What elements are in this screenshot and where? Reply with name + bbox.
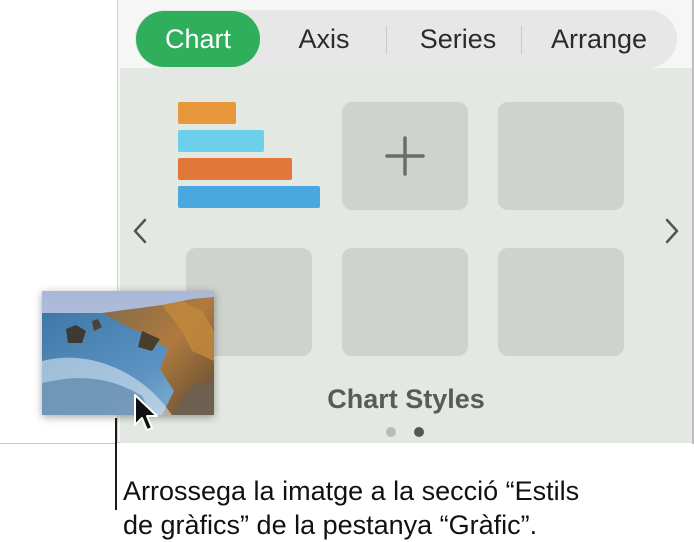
dragged-image-thumbnail[interactable] <box>42 291 214 415</box>
add-chart-style-button[interactable] <box>342 102 468 210</box>
tab-axis[interactable]: Axis <box>273 10 375 68</box>
arrow-cursor-icon <box>134 394 158 431</box>
callout-text: Arrossega la imatge a la secció “Estils … <box>123 474 683 542</box>
tab-series[interactable]: Series <box>395 10 521 68</box>
chart-style-tile-empty[interactable] <box>498 248 624 356</box>
callout-line <box>115 418 117 510</box>
chart-style-tile-bar[interactable] <box>178 102 320 212</box>
tab-chart[interactable]: Chart <box>136 11 260 67</box>
tab-divider <box>521 26 522 54</box>
style-bar <box>178 102 236 124</box>
tab-arrange[interactable]: Arrange <box>529 10 669 68</box>
page-dot[interactable] <box>386 427 396 437</box>
chart-style-tile-empty[interactable] <box>342 248 468 356</box>
plus-icon <box>385 136 425 176</box>
coastline-photo <box>42 291 214 415</box>
callout-line-1: Arrossega la imatge a la secció “Estils <box>123 476 580 506</box>
chart-style-tile-empty[interactable] <box>498 102 624 210</box>
callout-line-2: de gràfics” de la pestanya “Gràfic”. <box>123 510 538 540</box>
chevron-left-icon[interactable] <box>128 216 152 246</box>
screen: Chart Axis Series Arrange Chart Styles A… <box>0 0 694 542</box>
page-dot-active[interactable] <box>414 427 424 437</box>
style-bar <box>178 158 292 180</box>
style-bar <box>178 130 264 152</box>
chevron-right-icon[interactable] <box>660 216 684 246</box>
format-tab-bar: Chart Axis Series Arrange <box>135 10 677 68</box>
style-bar <box>178 186 320 208</box>
tab-divider <box>386 26 387 54</box>
